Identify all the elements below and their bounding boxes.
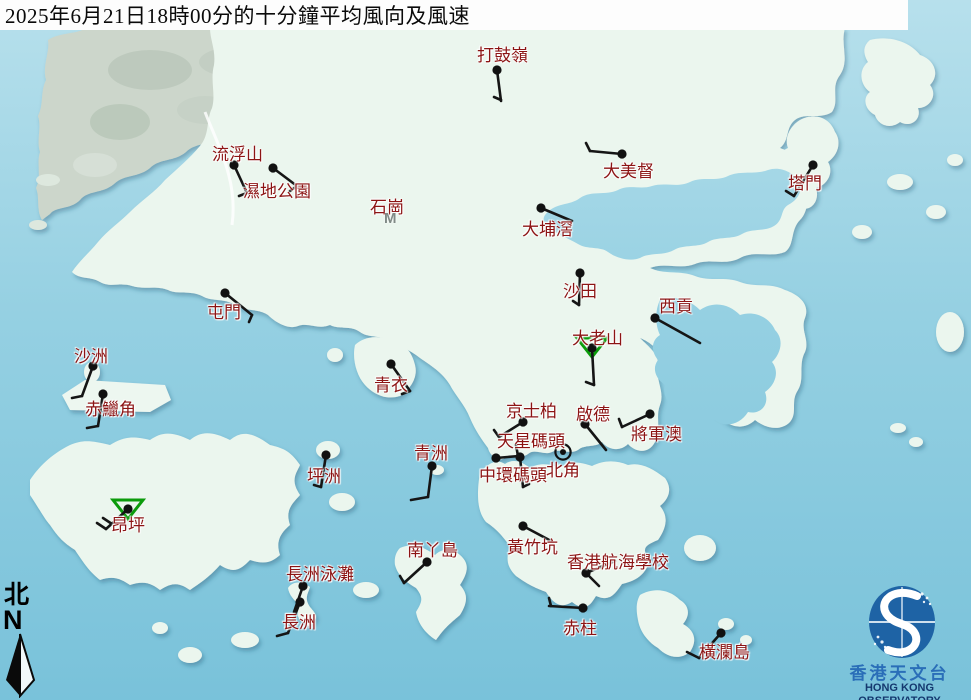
north-point-label: 北角: [546, 456, 580, 481]
hko-logo-icon: [828, 580, 971, 660]
island-ninepin-1: [890, 423, 906, 433]
island-soko: [152, 622, 168, 634]
cheung-chau-label: 長洲: [282, 608, 316, 633]
tsing-yi-label: 青衣: [374, 371, 408, 396]
north-arrow-icon: [1, 632, 41, 698]
island-east-edge: [936, 312, 964, 352]
wetland-park-station-dot: [268, 163, 277, 172]
island-tung-lung: [684, 535, 716, 561]
waglan-island-station-dot: [716, 628, 725, 637]
tap-mun-label: 塔門: [788, 169, 822, 194]
map-svg: [0, 0, 971, 700]
tuen-mun-label: 屯門: [207, 298, 241, 323]
island-tai-a-chau: [178, 647, 202, 663]
wong-chuk-hang-label: 黃竹坑: [507, 533, 558, 558]
island-siu-a-chau: [231, 632, 259, 648]
tseung-kwan-o-station-dot: [645, 409, 654, 418]
north-label-en: N: [1, 608, 41, 632]
tates-cairn-label: 大老山: [572, 324, 623, 349]
title-bar: 2025年6月21日18時00分的十分鐘平均風向及風速: [0, 0, 908, 30]
wetland-park-label: 濕地公園: [243, 177, 311, 202]
hko-name-en: HONG KONG OBSERVATORY: [828, 682, 971, 700]
cheung-chau-beach-label: 長洲泳灘: [286, 560, 354, 585]
sha-chau-label: 沙洲: [74, 342, 108, 367]
hko-name-cn: 香港天文台: [828, 665, 971, 682]
green-island-label: 青洲: [414, 439, 448, 464]
cheung-chau-station-dot: [295, 597, 304, 606]
kai-tak-label: 啟德: [576, 400, 610, 425]
tai-mei-tuk-label: 大美督: [603, 157, 654, 182]
island-ne-1: [887, 174, 913, 190]
ngong-ping-label: 昂坪: [111, 511, 145, 536]
island-port: [852, 225, 872, 239]
stanley-label: 赤柱: [563, 614, 597, 639]
island-shek-kwu-chau: [353, 582, 379, 598]
hko-logo: 香港天文台 HONG KONG OBSERVATORY: [828, 580, 971, 700]
lau-fau-shan-label: 流浮山: [212, 140, 263, 165]
island-ne-3: [947, 154, 963, 166]
islet-deep-bay-2: [29, 220, 47, 230]
sai-kung-label: 西貢: [659, 292, 693, 317]
chek-lap-kok-label: 赤鱲角: [85, 395, 136, 420]
kings-park-label: 京士柏: [506, 397, 557, 422]
tuen-mun-station-dot: [220, 288, 229, 297]
peng-chau-station-dot: [321, 450, 330, 459]
island-hei-ling-chau: [329, 493, 355, 511]
tai-po-kau-station-dot: [536, 203, 545, 212]
wind-map-page: 2025年6月21日18時00分的十分鐘平均風向及風速 北 N 香港天文台 HO…: [0, 0, 971, 700]
tsing-yi-station-dot: [386, 359, 395, 368]
wong-chuk-hang-station-dot: [518, 521, 527, 530]
island-ninepin-2: [909, 437, 923, 447]
islet-deep-bay-1: [36, 174, 60, 186]
peng-chau-label: 坪洲: [307, 462, 341, 487]
island-waglan: [718, 618, 734, 630]
shek-kong-status: M: [384, 210, 397, 227]
hk-sea-school-label: 香港航海學校: [567, 548, 669, 573]
waglan-island-label: 橫瀾島: [699, 638, 750, 663]
tai-po-kau-label: 大埔滘: [522, 215, 573, 240]
sha-tin-label: 沙田: [563, 277, 597, 302]
north-indicator: 北 N: [1, 584, 41, 700]
lamma-island-label: 南丫島: [407, 536, 458, 561]
map-title: 2025年6月21日18時00分的十分鐘平均風向及風速: [0, 0, 470, 30]
island-ne-2: [926, 205, 946, 219]
star-ferry-label: 天星碼頭: [497, 427, 565, 452]
island-ma-wan: [327, 348, 343, 362]
ta-kwu-ling-label: 打鼓嶺: [477, 41, 528, 66]
central-pier-label: 中環碼頭: [479, 461, 547, 486]
stanley-station-dot: [578, 603, 587, 612]
ta-kwu-ling-station-dot: [492, 65, 501, 74]
tseung-kwan-o-label: 將軍澳: [631, 420, 682, 445]
